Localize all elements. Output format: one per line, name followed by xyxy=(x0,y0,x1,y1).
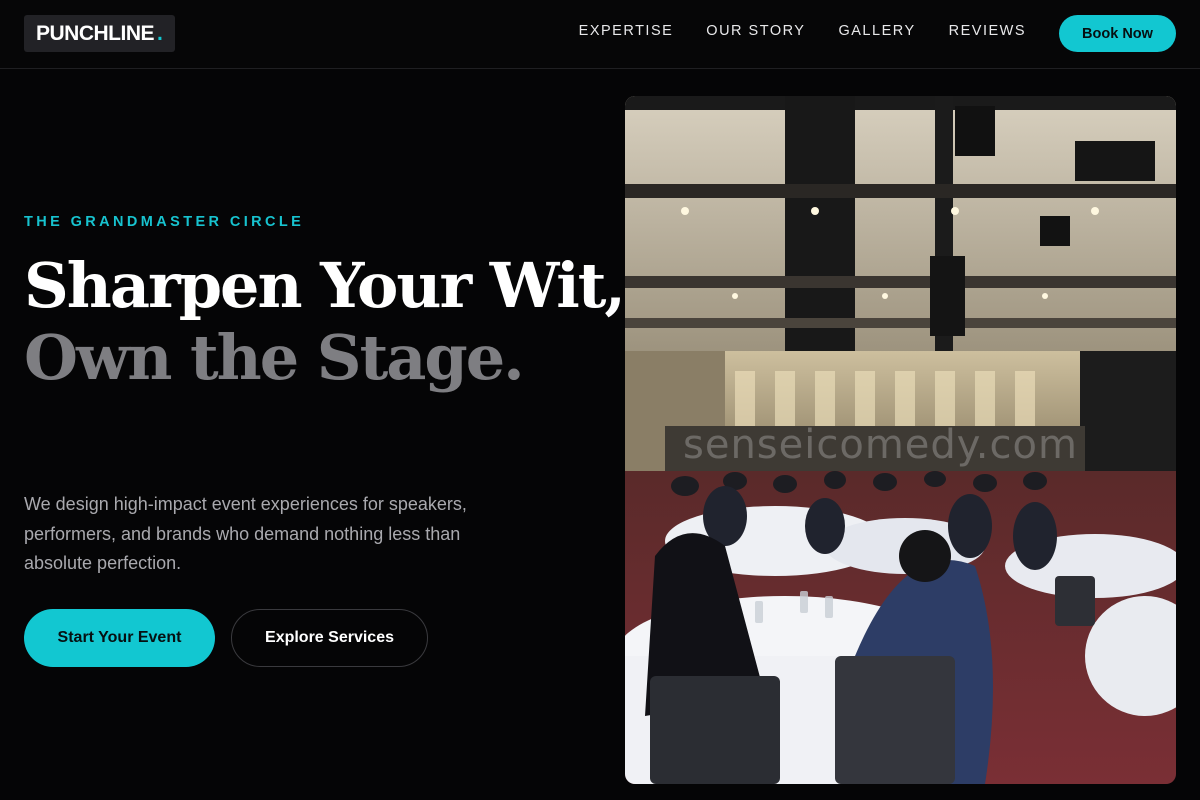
hero-headline: Sharpen Your Wit, Own the Stage. xyxy=(24,249,626,394)
nav-link-reviews[interactable]: REVIEWS xyxy=(949,23,1026,39)
nav-link-gallery[interactable]: GALLERY xyxy=(838,23,915,39)
main-nav: EXPERTISE OUR STORY GALLERY REVIEWS xyxy=(579,23,1026,39)
nav-link-expertise[interactable]: EXPERTISE xyxy=(579,23,674,39)
book-now-button[interactable]: Book Now xyxy=(1059,15,1176,52)
nav-link-our-story[interactable]: OUR STORY xyxy=(706,23,805,39)
image-watermark: senseicomedy.com xyxy=(683,422,1078,468)
logo-text: PUNCHLINE xyxy=(36,21,155,45)
start-event-button[interactable]: Start Your Event xyxy=(24,609,215,667)
hero-eyebrow: THE GRANDMASTER CIRCLE xyxy=(24,214,305,230)
logo-dot: . xyxy=(157,21,163,45)
explore-services-button[interactable]: Explore Services xyxy=(231,609,428,667)
hero-event-photo: senseicomedy.com xyxy=(625,96,1176,784)
logo[interactable]: PUNCHLINE. xyxy=(24,15,175,52)
headline-line-1: Sharpen Your Wit, xyxy=(24,249,626,322)
hero-description: We design high-impact event experiences … xyxy=(24,494,467,573)
site-header: PUNCHLINE. EXPERTISE OUR STORY GALLERY R… xyxy=(0,0,1200,69)
headline-line-2: Own the Stage. xyxy=(24,321,525,394)
